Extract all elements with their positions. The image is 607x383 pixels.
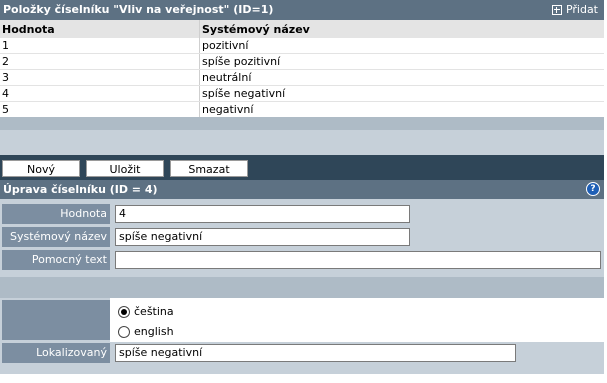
language-label-cs: čeština <box>134 305 174 318</box>
section-divider <box>0 277 604 298</box>
cell-value: 1 <box>0 38 200 54</box>
system-name-label: Systémový název <box>2 227 110 247</box>
edit-panel-header: Úprava číselníku (ID = 4) ? <box>0 180 604 199</box>
new-button[interactable]: Nový <box>2 160 80 177</box>
action-button-bar: Nový Uložit Smazat <box>0 155 604 180</box>
add-button[interactable]: Přidat <box>551 3 598 16</box>
column-header-system-name: Systémový název <box>199 20 604 38</box>
value-input[interactable]: 4 <box>115 205 410 223</box>
table-row[interactable]: 1 pozitivní <box>0 38 604 54</box>
add-label: Přidat <box>565 3 598 16</box>
language-radio-cs[interactable]: čeština <box>118 305 174 318</box>
radio-unselected-icon <box>118 325 130 338</box>
system-name-input[interactable]: spíše negativní <box>115 228 410 246</box>
cell-value: 4 <box>0 85 200 102</box>
cell-value: 2 <box>0 53 200 70</box>
save-button[interactable]: Uložit <box>86 160 164 177</box>
column-header-value: Hodnota <box>0 20 200 38</box>
help-icon[interactable]: ? <box>586 182 600 196</box>
language-options <box>110 298 604 342</box>
cell-system-name: neutrální <box>199 69 604 86</box>
language-radio-en[interactable]: english <box>118 325 174 338</box>
plus-box-icon <box>551 4 562 15</box>
table-row[interactable]: 3 neutrální <box>0 69 604 86</box>
language-label-cell <box>2 300 110 340</box>
table-row[interactable]: 4 spíše negativní <box>0 85 604 102</box>
edit-panel-title: Úprava číselníku (ID = 4) <box>3 183 158 196</box>
cell-value: 3 <box>0 69 200 86</box>
spacer-panel <box>0 130 604 155</box>
cell-system-name: negativní <box>199 101 604 118</box>
items-panel-header: Položky číselníku "Vliv na veřejnost" (I… <box>0 0 604 20</box>
table-row[interactable]: 2 spíše pozitivní <box>0 53 604 70</box>
helper-text-label: Pomocný text <box>2 250 110 270</box>
cell-value: 5 <box>0 101 200 118</box>
value-label: Hodnota <box>2 204 110 224</box>
cell-system-name: spíše negativní <box>199 85 604 102</box>
table-row[interactable]: 5 negativní <box>0 101 604 118</box>
radio-selected-icon <box>118 305 130 318</box>
cell-system-name: spíše pozitivní <box>199 53 604 70</box>
bottom-bar <box>0 364 604 374</box>
localized-name-input[interactable]: spíše negativní <box>115 344 516 362</box>
items-panel-title: Položky číselníku "Vliv na veřejnost" (I… <box>3 3 274 16</box>
items-table: Hodnota Systémový název 1 pozitivní 2 sp… <box>0 20 604 118</box>
language-label-en: english <box>134 325 174 338</box>
localized-name-label: Lokalizovaný název <box>2 343 110 379</box>
helper-text-input[interactable] <box>115 251 601 269</box>
table-header-row: Hodnota Systémový název <box>0 20 604 38</box>
table-footer-bar <box>0 117 604 130</box>
cell-system-name: pozitivní <box>199 38 604 54</box>
delete-button[interactable]: Smazat <box>170 160 248 177</box>
